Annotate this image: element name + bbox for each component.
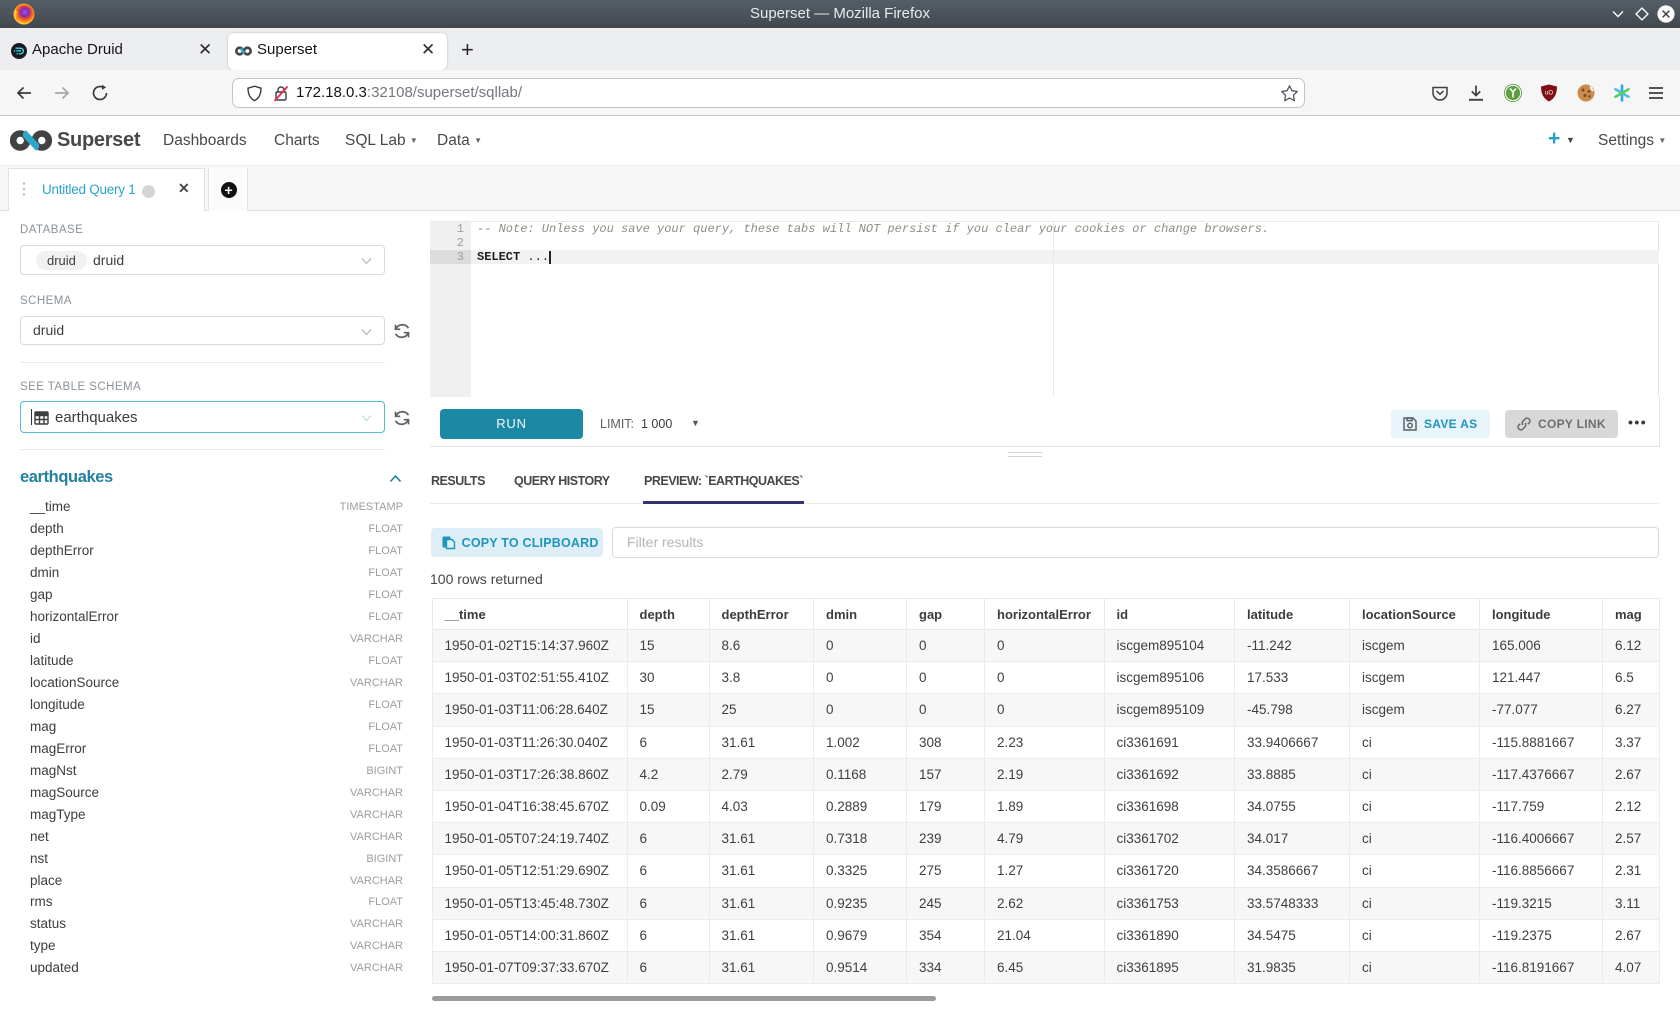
- svg-text:uO: uO: [1545, 91, 1553, 97]
